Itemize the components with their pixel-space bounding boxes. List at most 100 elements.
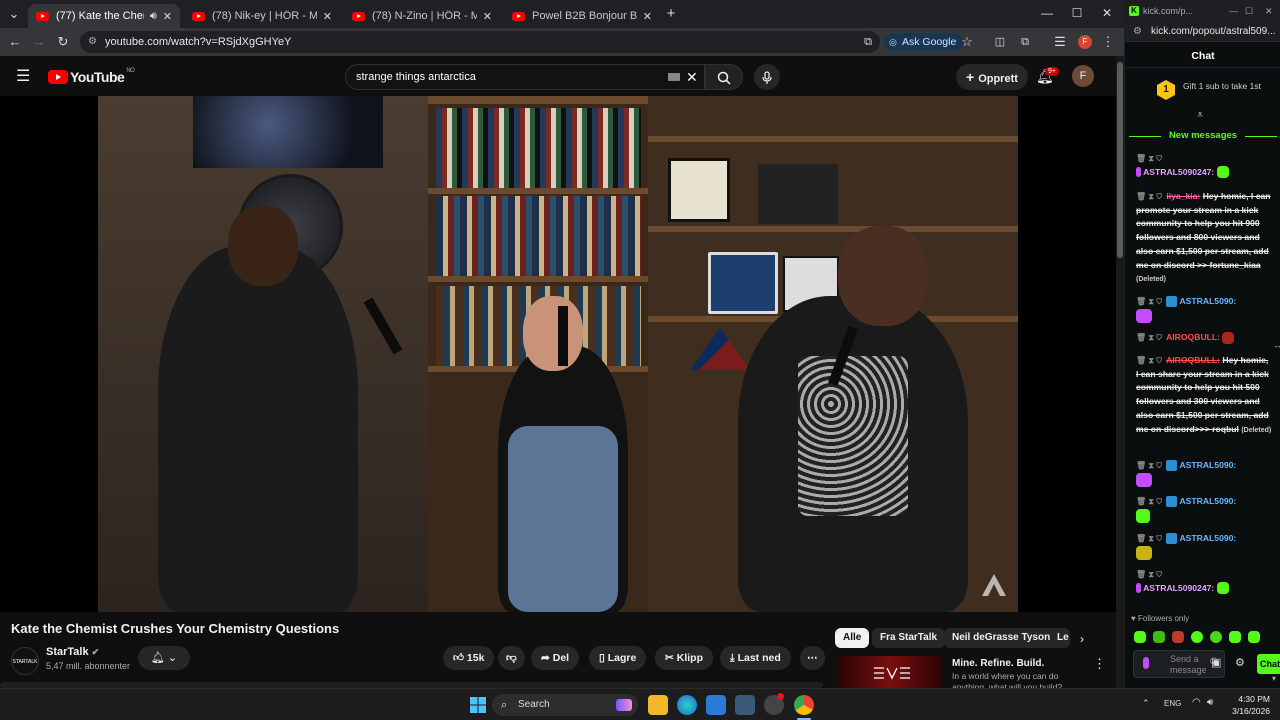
store-icon[interactable]: [706, 695, 726, 715]
tab-close-icon[interactable]: ✕: [323, 10, 332, 23]
minimize-icon[interactable]: —: [1032, 4, 1062, 22]
input-language[interactable]: ENG: [1164, 699, 1181, 708]
chip-neil-degrasse-tyson[interactable]: Neil deGrasse Tyson: [944, 628, 1059, 648]
chat-username[interactable]: ASTRAL5090:: [1179, 533, 1236, 543]
chat-username[interactable]: ASTRAL5090247:: [1143, 583, 1214, 593]
windows-start-icon[interactable]: [470, 697, 486, 713]
chip-all[interactable]: Alle: [835, 628, 870, 648]
reading-list-icon[interactable]: ☰: [1051, 33, 1069, 51]
mod-action-icons[interactable]: 🗑 ⧗ ⛉: [1136, 568, 1270, 582]
youtube-logo[interactable]: YouTube NO: [48, 68, 135, 85]
maximize-icon[interactable]: ☐: [1245, 0, 1253, 22]
speaker-icon[interactable]: 🔊︎: [150, 10, 157, 23]
mod-action-icons[interactable]: 🗑 ⧗ ⛉: [1136, 497, 1162, 506]
resize-arrow-icon[interactable]: ↔: [1273, 340, 1280, 350]
new-tab-icon[interactable]: +: [662, 5, 680, 23]
tab-powel-b2b[interactable]: Powel B2B Bonjour Ben | HÖR ✕: [504, 4, 660, 28]
chat-username[interactable]: ASTRAL5090:: [1179, 296, 1236, 306]
mod-action-icons[interactable]: 🗑 ⧗ ⛉: [1136, 333, 1162, 342]
bookmark-star-icon[interactable]: ☆: [958, 33, 976, 51]
extensions-icon[interactable]: ⧉: [1016, 33, 1034, 51]
ad-thumbnail[interactable]: [838, 656, 942, 688]
clear-search-icon[interactable]: ✕: [686, 65, 698, 89]
tab-n-zino[interactable]: (78) N-Zino | HÖR - March 16 / ✕: [344, 4, 500, 28]
mod-action-icons[interactable]: 🗑 ⧗ ⛉: [1136, 192, 1162, 201]
edge-icon[interactable]: [677, 695, 697, 715]
download-button[interactable]: ⤓ Last ned: [720, 646, 791, 670]
site-info-icon[interactable]: ⚙: [88, 31, 97, 53]
tab-close-icon[interactable]: ✕: [643, 10, 652, 23]
minimize-icon[interactable]: —: [1229, 0, 1238, 22]
forward-icon[interactable]: →: [30, 33, 48, 51]
emote-icon[interactable]: [1153, 631, 1165, 643]
emote-icon[interactable]: [1172, 631, 1184, 643]
address-bar[interactable]: ⚙ youtube.com/watch?v=RSjdXgGHYeY ⧉: [80, 31, 880, 53]
keyboard-icon[interactable]: [668, 73, 680, 81]
app-icon[interactable]: [735, 695, 755, 715]
chip-truncated[interactable]: Le: [1050, 628, 1070, 648]
emote-icon[interactable]: [1134, 631, 1146, 643]
voice-search-button[interactable]: [754, 64, 780, 90]
kick-address-bar[interactable]: ⚙ kick.com/popout/astral509...: [1125, 22, 1280, 42]
tab-kate-the-chemist[interactable]: (77) Kate the Chemist Crush 🔊︎ ✕: [28, 4, 180, 28]
chrome-profile-avatar[interactable]: F: [1078, 35, 1092, 49]
close-window-icon[interactable]: ✕: [1265, 0, 1273, 22]
collapse-pinned-icon[interactable]: ⩡: [1197, 109, 1203, 122]
send-chat-button[interactable]: Chat: [1257, 654, 1280, 674]
ask-google-button[interactable]: ◎ Ask Google: [884, 33, 964, 51]
more-actions-button[interactable]: ⋯: [800, 646, 825, 670]
volume-icon[interactable]: 🔊︎: [1207, 697, 1213, 708]
chrome-icon[interactable]: [794, 695, 814, 715]
maximize-icon[interactable]: ☐: [1062, 4, 1092, 22]
tab-nik-ey[interactable]: (78) Nik-ey | HÖR - March 16 / ✕: [184, 4, 340, 28]
mod-action-icons[interactable]: 🗑 ⧗ ⛉: [1136, 152, 1270, 166]
file-explorer-icon[interactable]: [648, 695, 668, 715]
site-info-icon[interactable]: ⚙: [1133, 22, 1142, 41]
video-player[interactable]: [0, 96, 1116, 612]
search-button[interactable]: [705, 64, 743, 90]
gift-icon[interactable]: ▣: [1211, 656, 1221, 669]
subscribed-bell-button[interactable]: 🔔︎ ⌄: [138, 646, 190, 670]
ad-title[interactable]: Mine. Refine. Build.: [952, 658, 1044, 669]
like-button[interactable]: 👍︎ 15k: [443, 646, 495, 670]
mod-action-icons[interactable]: 🗑 ⧗ ⛉: [1136, 356, 1162, 365]
dislike-button[interactable]: 👎︎: [498, 646, 525, 670]
save-button[interactable]: ▯ Lagre: [589, 646, 647, 670]
ad-menu-icon[interactable]: ⋮: [1093, 656, 1106, 672]
user-avatar[interactable]: F: [1072, 65, 1094, 87]
tray-overflow-icon[interactable]: ⌃: [1142, 698, 1150, 709]
chrome-menu-icon[interactable]: ⋮: [1099, 33, 1117, 51]
channel-name[interactable]: StarTalk ✔: [46, 646, 99, 658]
install-app-icon[interactable]: ⧉: [864, 31, 872, 53]
chat-username[interactable]: ASTRAL5090:: [1179, 460, 1236, 470]
page-scrollbar-thumb[interactable]: [1117, 62, 1123, 258]
tab-close-icon[interactable]: ✕: [163, 10, 172, 23]
close-window-icon[interactable]: ✕: [1092, 4, 1122, 22]
hamburger-menu-icon[interactable]: ☰: [16, 66, 30, 86]
emote-icon[interactable]: [1210, 631, 1222, 643]
media-icon[interactable]: ◫: [991, 33, 1009, 51]
chat-username[interactable]: iiya_kia:: [1166, 191, 1200, 201]
reload-icon[interactable]: ↻: [54, 33, 72, 51]
channel-avatar[interactable]: STARTALK: [11, 647, 39, 675]
chat-username[interactable]: AIROQBULL:: [1166, 332, 1220, 342]
chat-username[interactable]: ASTRAL5090:: [1179, 496, 1236, 506]
clip-button[interactable]: ✂ Klipp: [655, 646, 713, 670]
chat-username[interactable]: ASTRAL5090247:: [1143, 167, 1214, 177]
tab-search-icon[interactable]: ⌄: [5, 5, 23, 23]
mod-action-icons[interactable]: 🗑 ⧗ ⛉: [1136, 297, 1162, 306]
emote-icon[interactable]: [1229, 631, 1241, 643]
clock[interactable]: 4:30 PM 3/16/2026: [1226, 693, 1270, 717]
search-input[interactable]: strange things antarctica ✕: [345, 64, 705, 90]
wifi-icon[interactable]: ◠: [1192, 697, 1201, 708]
tab-close-icon[interactable]: ✕: [483, 10, 492, 23]
emote-icon[interactable]: [1248, 631, 1260, 643]
share-button[interactable]: ➦ Del: [531, 646, 580, 670]
settings-gear-icon[interactable]: ⚙: [1235, 656, 1245, 669]
gift-sub-prompt[interactable]: Gift 1 sub to take 1st: [1183, 82, 1273, 91]
chip-from-startalk[interactable]: Fra StarTalk: [872, 628, 946, 648]
back-icon[interactable]: ←: [6, 33, 24, 51]
chips-next-chevron-icon[interactable]: ›: [1080, 632, 1084, 646]
create-button[interactable]: + Opprett: [956, 64, 1028, 90]
mod-action-icons[interactable]: 🗑 ⧗ ⛉: [1136, 461, 1162, 470]
